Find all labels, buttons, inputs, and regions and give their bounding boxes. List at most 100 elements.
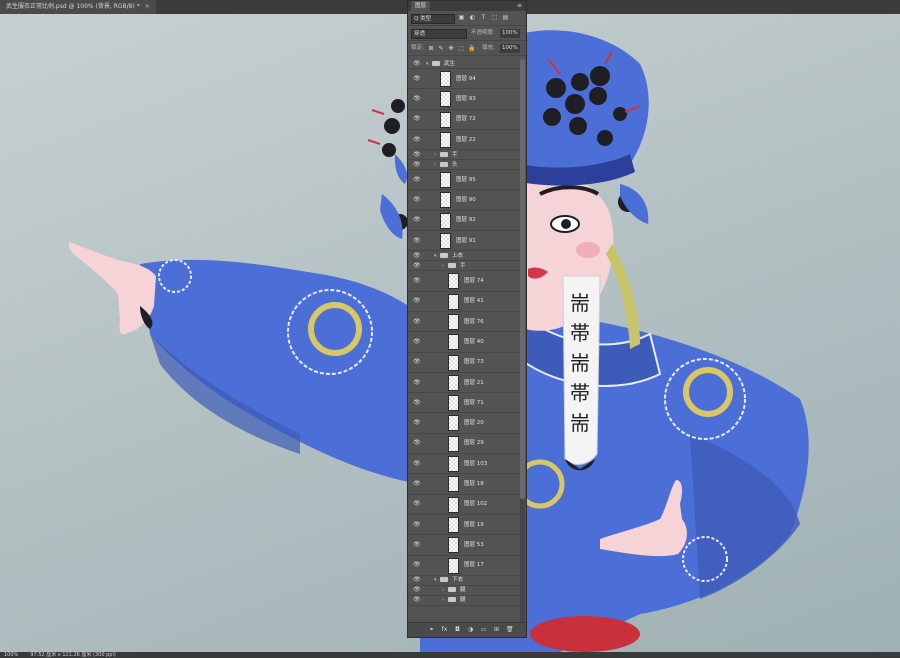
layer-row[interactable]: 👁 图层 19 <box>408 515 520 536</box>
layer-row[interactable]: 👁 图层 93 <box>408 89 520 110</box>
visibility-eye-icon[interactable]: 👁 <box>413 501 421 507</box>
visibility-eye-icon[interactable]: 👁 <box>413 60 421 67</box>
expand-arrow-closed-icon[interactable]: › <box>434 162 436 168</box>
smart-object-filter-icon[interactable]: ▤ <box>502 14 509 21</box>
visibility-eye-icon[interactable]: 👁 <box>413 161 421 168</box>
visibility-eye-icon[interactable]: 👁 <box>413 399 421 406</box>
layer-group-row[interactable]: 👁 ▾ 武生 <box>408 59 520 69</box>
layer-group-row[interactable]: 👁 ▾ 下衣 <box>408 576 520 586</box>
zoom-level[interactable]: 100% <box>4 652 18 658</box>
visibility-eye-icon[interactable]: 👁 <box>413 359 421 365</box>
layer-row[interactable]: 👁 图层 95 <box>408 170 520 191</box>
fill-input[interactable]: 100% <box>500 44 520 53</box>
panel-menu-icon[interactable]: ≡ <box>517 1 522 11</box>
expand-arrow-closed-icon[interactable]: › <box>442 587 444 593</box>
layer-row[interactable]: 👁 图层 53 <box>408 535 520 556</box>
layer-list-scrollbar[interactable] <box>520 59 525 625</box>
layer-row[interactable]: 👁 图层 94 <box>408 69 520 90</box>
layer-row[interactable]: 👁 图层 74 <box>408 271 520 292</box>
visibility-eye-icon[interactable]: 👁 <box>413 237 421 244</box>
visibility-eye-icon[interactable]: 👁 <box>413 197 421 203</box>
layer-row[interactable]: 👁 图层 21 <box>408 373 520 394</box>
filter-kind-select[interactable]: Q 类型 <box>411 14 455 24</box>
layer-row[interactable]: 👁 图层 71 <box>408 393 520 414</box>
adjustment-filter-icon[interactable]: ◐ <box>469 14 476 21</box>
layer-row[interactable]: 👁 图层 41 <box>408 292 520 312</box>
folder-icon <box>432 60 440 66</box>
new-layer-icon[interactable]: ⊞ <box>493 626 500 633</box>
blend-mode-select[interactable]: 穿透 <box>411 29 467 39</box>
layer-row[interactable]: 👁 图层 102 <box>408 495 520 515</box>
lock-all-icon[interactable]: 🔒 <box>468 44 475 53</box>
fx-icon[interactable]: fx <box>441 626 448 633</box>
visibility-eye-icon[interactable]: 👁 <box>413 262 421 269</box>
visibility-eye-icon[interactable]: 👁 <box>413 541 421 548</box>
expand-arrow-closed-icon[interactable]: › <box>442 263 444 269</box>
visibility-eye-icon[interactable]: 👁 <box>413 151 421 158</box>
close-tab-icon[interactable]: × <box>145 3 150 10</box>
layer-row[interactable]: 👁 图层 17 <box>408 556 520 576</box>
layer-group-row[interactable]: 👁 › 手 <box>408 261 520 272</box>
layer-group-row[interactable]: 👁 › 手 <box>408 150 520 161</box>
layer-row[interactable]: 👁 图层 18 <box>408 474 520 495</box>
visibility-eye-icon[interactable]: 👁 <box>413 338 421 345</box>
visibility-eye-icon[interactable]: 👁 <box>413 420 421 426</box>
visibility-eye-icon[interactable]: 👁 <box>413 587 421 593</box>
expand-arrow-open-icon[interactable]: ▾ <box>434 577 437 583</box>
visibility-eye-icon[interactable]: 👁 <box>413 136 421 143</box>
visibility-eye-icon[interactable]: 👁 <box>413 521 421 528</box>
visibility-eye-icon[interactable]: 👁 <box>413 252 421 259</box>
layer-row[interactable]: 👁 图层 90 <box>408 190 520 211</box>
layer-row[interactable]: 👁 图层 92 <box>408 211 520 232</box>
layer-group-row[interactable]: 👁 ▾ 上衣 <box>408 251 520 262</box>
visibility-eye-icon[interactable]: 👁 <box>413 298 421 304</box>
visibility-eye-icon[interactable]: 👁 <box>413 217 421 223</box>
visibility-eye-icon[interactable]: 👁 <box>413 95 421 102</box>
lock-artboard-icon[interactable]: ⬚ <box>458 44 464 53</box>
layer-name: 手 <box>460 262 466 269</box>
layer-row[interactable]: 👁 图层 76 <box>408 312 520 333</box>
visibility-eye-icon[interactable]: 👁 <box>413 278 421 284</box>
layers-panel-title[interactable]: 图层 <box>411 1 431 11</box>
visibility-eye-icon[interactable]: 👁 <box>413 379 421 386</box>
visibility-eye-icon[interactable]: 👁 <box>413 75 421 82</box>
layer-group-row[interactable]: 👁 › 头 <box>408 160 520 171</box>
layer-group-row[interactable]: 👁 › 腿 <box>408 586 520 596</box>
visibility-eye-icon[interactable]: 👁 <box>413 562 421 568</box>
lock-transparent-icon[interactable]: ⊠ <box>428 44 434 53</box>
link-layers-icon[interactable]: ⚭ <box>428 626 435 633</box>
opacity-input[interactable]: 100% <box>500 29 520 38</box>
layer-row[interactable]: 👁 图层 72 <box>408 110 520 130</box>
scrollbar-thumb[interactable] <box>520 59 525 499</box>
layer-row[interactable]: 👁 图层 103 <box>408 454 520 475</box>
type-filter-icon[interactable]: T <box>480 14 487 21</box>
expand-arrow-open-icon[interactable]: ▾ <box>426 61 429 67</box>
new-group-icon[interactable]: ▭ <box>480 626 487 633</box>
shape-filter-icon[interactable]: ⬚ <box>491 14 498 21</box>
lock-move-icon[interactable]: ✥ <box>448 44 454 53</box>
layer-row[interactable]: 👁 图层 40 <box>408 332 520 353</box>
layer-group-row[interactable]: 👁 › 腿 <box>408 596 520 606</box>
delete-layer-icon[interactable]: 🗑 <box>506 626 514 633</box>
expand-arrow-closed-icon[interactable]: › <box>442 597 444 603</box>
layer-row[interactable]: 👁 图层 20 <box>408 413 520 434</box>
visibility-eye-icon[interactable]: 👁 <box>413 597 421 603</box>
adjustment-layer-icon[interactable]: ◑ <box>467 626 474 633</box>
layer-row[interactable]: 👁 图层 29 <box>408 434 520 455</box>
visibility-eye-icon[interactable]: 👁 <box>413 577 421 583</box>
visibility-eye-icon[interactable]: 👁 <box>413 176 421 183</box>
visibility-eye-icon[interactable]: 👁 <box>413 440 421 446</box>
image-filter-icon[interactable]: ▣ <box>458 14 465 21</box>
visibility-eye-icon[interactable]: 👁 <box>413 318 421 325</box>
layer-row[interactable]: 👁 图层 91 <box>408 231 520 252</box>
document-tab[interactable]: 武生服衣正常比例.psd @ 100% (背景, RGB/8) * × <box>0 0 156 14</box>
layer-row[interactable]: 👁 图层 73 <box>408 353 520 373</box>
visibility-eye-icon[interactable]: 👁 <box>413 116 421 122</box>
expand-arrow-closed-icon[interactable]: › <box>434 152 436 158</box>
expand-arrow-open-icon[interactable]: ▾ <box>434 253 437 259</box>
visibility-eye-icon[interactable]: 👁 <box>413 460 421 467</box>
layer-row[interactable]: 👁 图层 22 <box>408 130 520 151</box>
add-mask-icon[interactable]: ◘ <box>454 626 461 633</box>
visibility-eye-icon[interactable]: 👁 <box>413 480 421 487</box>
lock-paint-icon[interactable]: ✎ <box>438 44 444 53</box>
